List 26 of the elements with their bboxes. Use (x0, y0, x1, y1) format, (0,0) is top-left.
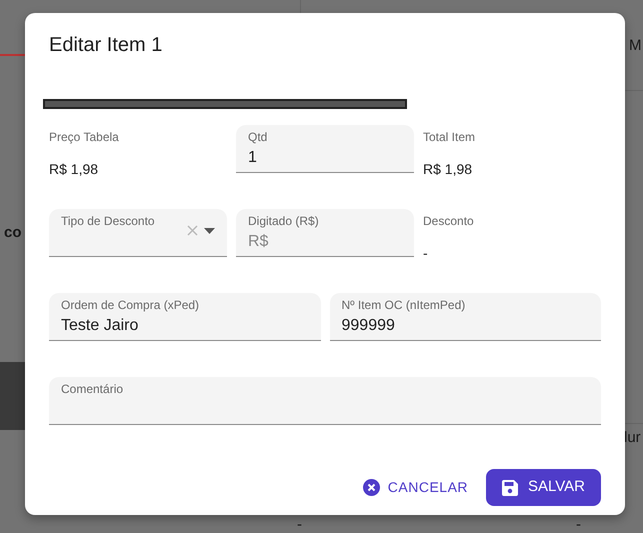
field-label: Preço Tabela (49, 130, 119, 144)
save-button[interactable]: SALVAR (486, 469, 601, 506)
field-value: - (423, 244, 428, 263)
dialog-title: Editar Item 1 (49, 33, 164, 57)
select-field[interactable]: Tipo de Desconto (49, 209, 227, 257)
cancel-button[interactable]: CANCELAR (356, 471, 474, 504)
field-label: Digitado (R$) (248, 214, 319, 228)
field-label: Desconto (423, 214, 474, 228)
background-text: - (297, 515, 302, 533)
field-label: Qtd (248, 130, 268, 144)
background-text: M (629, 36, 642, 56)
background-panel (0, 362, 25, 430)
input-field[interactable] (49, 377, 601, 425)
background-text: lur (624, 428, 641, 448)
field-label: Comentário (61, 382, 124, 396)
field-value: R$ 1,98 (423, 160, 472, 179)
close-icon (362, 479, 380, 496)
field-label: Ordem de Compra (xPed) (61, 298, 200, 312)
field-label: Nº Item OC (nItemPed) (342, 298, 466, 312)
clear-icon[interactable] (187, 225, 198, 236)
background-text: co (4, 223, 22, 243)
field-label: Total Item (423, 130, 476, 144)
background-text: - (576, 515, 581, 533)
field-value: R$ 1,98 (49, 160, 98, 179)
caret-icon[interactable] (204, 228, 215, 234)
save-icon (502, 480, 518, 496)
